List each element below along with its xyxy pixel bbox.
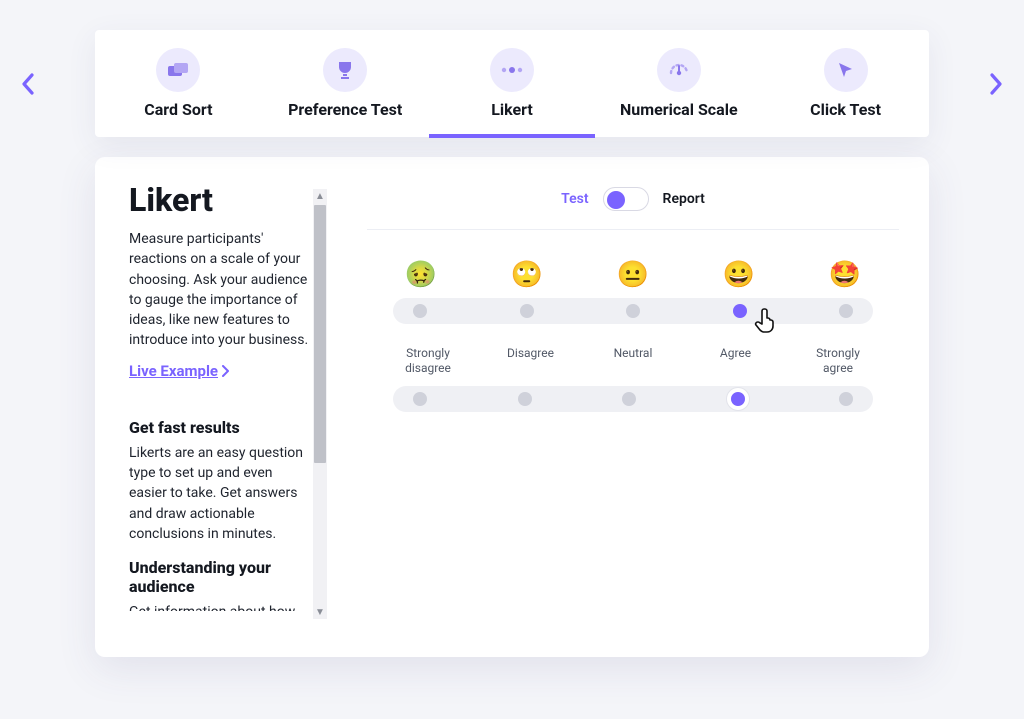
likert-label-1: Disagree [496, 346, 566, 376]
likert-dot[interactable] [839, 392, 853, 406]
main-panel: Test Report 🤢 🙄 😐 😀 🤩 [367, 181, 899, 627]
likert-label-3: Agree [701, 346, 771, 376]
tab-label: Numerical Scale [599, 100, 758, 119]
tab-card-sort[interactable]: Card Sort [95, 48, 262, 137]
likert-dot-selected[interactable] [733, 304, 747, 318]
likert-track-2[interactable] [393, 386, 873, 412]
side-desc: Measure participants' reactions on a sca… [129, 229, 309, 351]
side-p3: Get information about how [129, 602, 309, 611]
likert-dot[interactable] [520, 304, 534, 318]
tabs-prev-button[interactable] [11, 67, 45, 101]
scroll-up-icon[interactable]: ▲ [313, 189, 327, 203]
likert-label-4: Strongly agree [803, 346, 873, 376]
likert-dot[interactable] [626, 304, 640, 318]
likert-dot[interactable] [622, 392, 636, 406]
likert-label-0: Strongly disagree [393, 346, 463, 376]
chevron-right-icon [222, 365, 230, 377]
emoji-row: 🤢 🙄 😐 😀 🤩 [393, 262, 873, 288]
toggle-label-report[interactable]: Report [663, 191, 705, 207]
toggle-label-test[interactable]: Test [561, 191, 588, 207]
tab-label: Card Sort [99, 100, 258, 119]
side-subhead-a: Get fast results [129, 418, 309, 437]
tab-label: Click Test [766, 100, 925, 119]
tab-numerical-scale[interactable]: Numerical Scale [595, 48, 762, 137]
trophy-icon [323, 48, 367, 92]
content-card: Likert Measure participants' reactions o… [95, 157, 929, 657]
likert-dot[interactable] [413, 392, 427, 406]
view-toggle: Test Report [367, 187, 899, 211]
cards-icon [156, 48, 200, 92]
emoji-3: 😀 [711, 262, 767, 288]
likert-track-1[interactable] [393, 298, 873, 324]
likert-dot[interactable] [839, 304, 853, 318]
pointer-hand-icon [753, 306, 783, 340]
gauge-icon [657, 48, 701, 92]
side-subhead-b: Understanding your audience [129, 558, 309, 596]
side-p2: Likerts are an easy question type to set… [129, 443, 309, 544]
tab-label: Likert [433, 100, 592, 119]
tab-label: Preference Test [266, 100, 425, 119]
likert-dot[interactable] [413, 304, 427, 318]
tabs-bar: Card Sort Preference Test Likert Numeric… [95, 30, 929, 137]
toggle-switch[interactable] [603, 187, 649, 211]
scrollbar[interactable]: ▲ ▼ [313, 189, 327, 619]
live-example-link[interactable]: Live Example [129, 362, 230, 380]
tabs-next-button[interactable] [979, 67, 1013, 101]
scroll-thumb[interactable] [314, 205, 326, 463]
emoji-2: 😐 [605, 262, 661, 288]
side-title: Likert [129, 181, 309, 219]
emoji-1: 🙄 [499, 262, 555, 288]
live-example-label: Live Example [129, 362, 218, 380]
likert-dot-selected[interactable] [727, 388, 749, 410]
tab-click-test[interactable]: Click Test [762, 48, 929, 137]
emoji-4: 🤩 [817, 262, 873, 288]
likert-preview: 🤢 🙄 😐 😀 🤩 Strongly disagree Disagree [393, 262, 873, 412]
tab-preference-test[interactable]: Preference Test [262, 48, 429, 137]
likert-dot[interactable] [518, 392, 532, 406]
dots-icon [490, 48, 534, 92]
divider [367, 229, 899, 230]
tab-likert[interactable]: Likert [429, 48, 596, 137]
likert-label-2: Neutral [598, 346, 668, 376]
emoji-0: 🤢 [393, 262, 449, 288]
side-panel: Likert Measure participants' reactions o… [129, 181, 327, 627]
scroll-down-icon[interactable]: ▼ [313, 605, 327, 619]
cursor-icon [824, 48, 868, 92]
label-row: Strongly disagree Disagree Neutral Agree… [393, 346, 873, 376]
